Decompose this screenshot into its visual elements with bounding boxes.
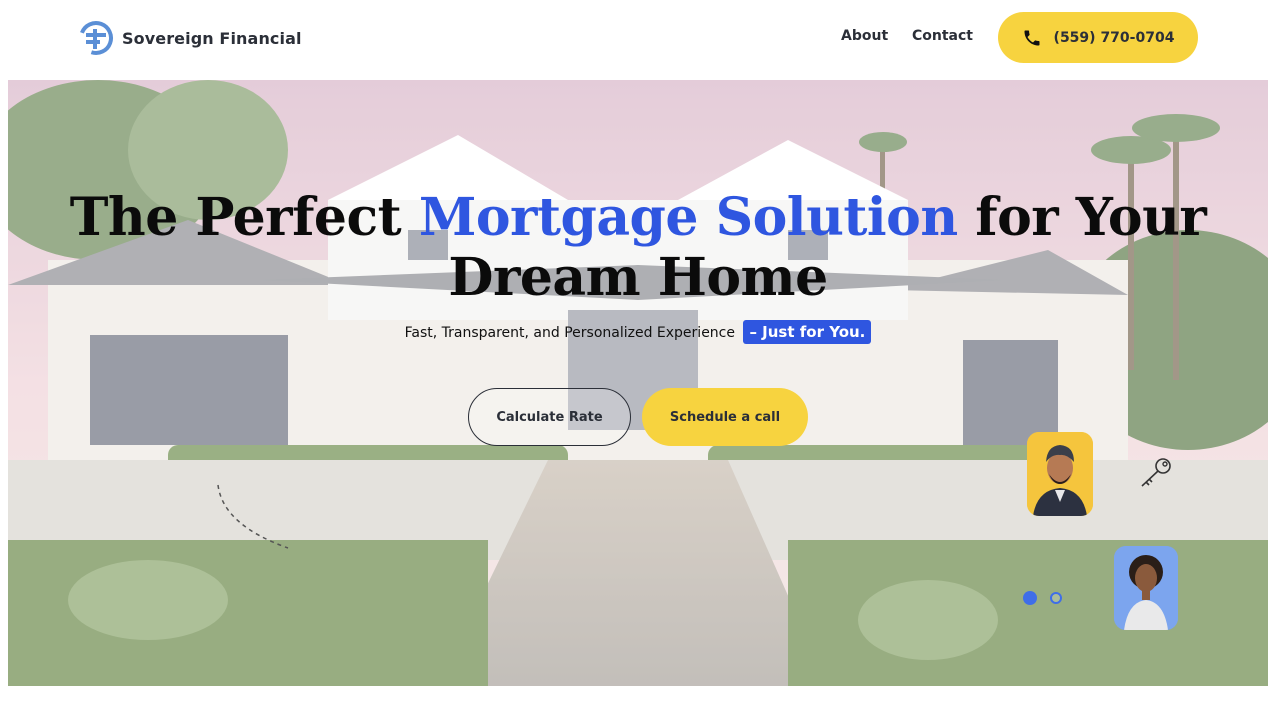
key-icon: [1141, 458, 1171, 487]
headline-text-start: The Perfect: [69, 187, 419, 248]
calculate-rate-button[interactable]: Calculate Rate: [468, 388, 631, 446]
brand-name: Sovereign Financial: [122, 28, 302, 48]
headline-accent-text: Mortgage Solution: [418, 187, 958, 248]
call-phone-button[interactable]: (559) 770-0704: [998, 12, 1198, 63]
advisor-avatar-man: [1027, 432, 1093, 516]
decorative-dashed-curve: [217, 484, 289, 549]
site-header: Sovereign Financial About Contact (559) …: [0, 0, 1280, 78]
subline-accent-pill: – Just for You.: [743, 320, 872, 344]
brand-logo-link[interactable]: Sovereign Financial: [78, 20, 302, 56]
hero-headline: The Perfect Mortgage Solution for Your D…: [8, 188, 1268, 308]
carousel-dot-1[interactable]: [1023, 591, 1037, 605]
hero-subline: Fast, Transparent, and Personalized Expe…: [8, 320, 1268, 344]
advisor-avatar-woman: [1114, 546, 1178, 630]
sf-monogram-logo-icon: [79, 21, 113, 55]
hero-section: The Perfect Mortgage Solution for Your D…: [8, 80, 1268, 686]
nav-contact-link[interactable]: Contact: [912, 28, 973, 44]
nav-about-link[interactable]: About: [841, 28, 888, 44]
phone-number-label: (559) 770-0704: [1053, 29, 1175, 46]
subline-text: Fast, Transparent, and Personalized Expe…: [404, 325, 735, 341]
hero-light-overlay: [8, 80, 1268, 686]
phone-icon: [1024, 30, 1040, 45]
schedule-call-button[interactable]: Schedule a call: [642, 388, 808, 446]
carousel-dot-2[interactable]: [1050, 592, 1062, 604]
